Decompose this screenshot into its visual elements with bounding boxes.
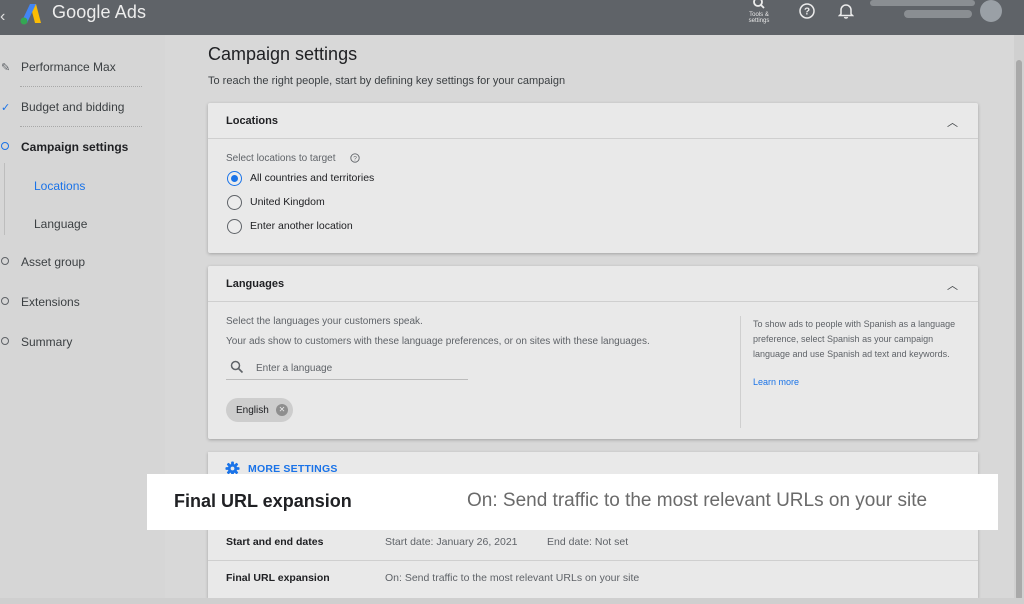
- languages-card-header[interactable]: Languages ︿: [208, 266, 978, 302]
- sidebar-item-label: Budget and bidding: [21, 100, 125, 114]
- window-bottom-edge: [0, 598, 1024, 604]
- sidebar-item-asset-group[interactable]: Asset group: [0, 252, 85, 272]
- locations-prompt: Select locations to target: [226, 153, 336, 164]
- tools-settings-button[interactable]: Tools & settings: [744, 0, 774, 24]
- callout-value: On: Send traffic to the most relevant UR…: [467, 490, 928, 511]
- setting-value: Start date: January 26, 2021: [385, 536, 518, 548]
- collapse-chevron-icon[interactable]: ︿: [947, 277, 958, 293]
- search-icon: [230, 360, 244, 374]
- callout-key: Final URL expansion: [174, 491, 352, 511]
- search-icon: [753, 0, 765, 9]
- google-ads-logo-icon: [20, 4, 41, 25]
- substep-line: [4, 163, 5, 235]
- page-subtitle: To reach the right people, start by defi…: [208, 75, 566, 87]
- tools-settings-label: Tools & settings: [748, 12, 770, 24]
- sidebar-item-summary[interactable]: Summary: [0, 332, 72, 352]
- sidebar-item-label: Asset group: [21, 255, 86, 269]
- setting-value-end: End date: Not set: [547, 536, 629, 548]
- setting-row-final-url[interactable]: Final URL expansion On: Send traffic to …: [208, 560, 978, 596]
- sidebar-item-extensions[interactable]: Extensions: [0, 292, 80, 312]
- divider: [20, 126, 142, 127]
- radio-label: Enter another location: [250, 220, 353, 232]
- brand-name[interactable]: Google Ads: [52, 2, 146, 23]
- info-icon[interactable]: ?: [350, 153, 360, 163]
- pencil-icon: ✎: [1, 61, 11, 74]
- avatar[interactable]: [980, 0, 1002, 22]
- language-chip-english[interactable]: English ✕: [226, 398, 293, 422]
- languages-help-text: To show ads to people with Spanish as a …: [753, 319, 956, 359]
- help-icon[interactable]: ?: [798, 2, 816, 20]
- sidebar-subitem-locations[interactable]: Locations: [34, 179, 85, 193]
- radio-all-countries[interactable]: [227, 171, 242, 186]
- top-app-bar: ‹ Google Ads Tools & settings ?: [0, 0, 1024, 35]
- setting-key: Start and end dates: [226, 536, 324, 548]
- languages-prompt: Select the languages your customers spea…: [226, 316, 423, 327]
- step-circle-icon: [1, 297, 9, 305]
- step-circle-icon: [1, 142, 9, 150]
- sidebar-item-label: Performance Max: [21, 60, 116, 74]
- svg-text:?: ?: [353, 155, 357, 162]
- language-search-placeholder: Enter a language: [256, 363, 333, 374]
- chip-label: English: [236, 404, 269, 416]
- languages-card: Languages ︿ Select the languages your cu…: [208, 266, 978, 439]
- account-id-redacted: [904, 10, 972, 18]
- notifications-bell-icon[interactable]: [838, 2, 854, 20]
- scrollbar-thumb[interactable]: [1016, 60, 1022, 600]
- sidebar-subitem-language[interactable]: Language: [34, 217, 87, 231]
- check-icon: ✓: [1, 101, 11, 114]
- locations-card-header[interactable]: Locations ︿: [208, 103, 978, 139]
- divider: [20, 86, 142, 87]
- account-name-redacted: [870, 0, 975, 6]
- learn-more-link[interactable]: Learn more: [753, 377, 799, 387]
- back-chevron-icon[interactable]: ‹: [0, 8, 5, 26]
- sidebar-item-performance-max[interactable]: ✎ Performance Max: [0, 57, 116, 77]
- setting-key: Final URL expansion: [226, 572, 330, 584]
- languages-title: Languages: [226, 278, 285, 290]
- setting-value: On: Send traffic to the most relevant UR…: [385, 572, 640, 584]
- sidebar-item-label: Extensions: [21, 295, 80, 309]
- collapse-chevron-icon[interactable]: ︿: [947, 114, 958, 130]
- divider: [740, 316, 741, 428]
- radio-another-location[interactable]: [227, 219, 242, 234]
- language-search-input[interactable]: Enter a language: [226, 356, 468, 380]
- sidebar-item-label: Summary: [21, 335, 73, 349]
- locations-card: Locations ︿ Select locations to target ?…: [208, 103, 978, 253]
- step-circle-icon: [1, 337, 9, 345]
- svg-text:?: ?: [804, 7, 810, 18]
- radio-united-kingdom[interactable]: [227, 195, 242, 210]
- final-url-expansion-callout: Final URL expansion On: Send traffic to …: [147, 474, 998, 530]
- sidebar-item-campaign-settings[interactable]: Campaign settings: [0, 137, 128, 157]
- remove-chip-icon[interactable]: ✕: [276, 404, 288, 416]
- campaign-steps-sidebar: [0, 35, 165, 604]
- radio-label: All countries and territories: [250, 172, 375, 184]
- languages-description: Your ads show to customers with these la…: [226, 336, 650, 347]
- sidebar-item-label: Campaign settings: [21, 140, 129, 154]
- sidebar-item-budget[interactable]: ✓ Budget and bidding: [0, 97, 124, 117]
- step-circle-icon: [1, 257, 9, 265]
- locations-title: Locations: [226, 115, 278, 127]
- page-title: Campaign settings: [208, 44, 358, 64]
- radio-label: United Kingdom: [250, 196, 325, 208]
